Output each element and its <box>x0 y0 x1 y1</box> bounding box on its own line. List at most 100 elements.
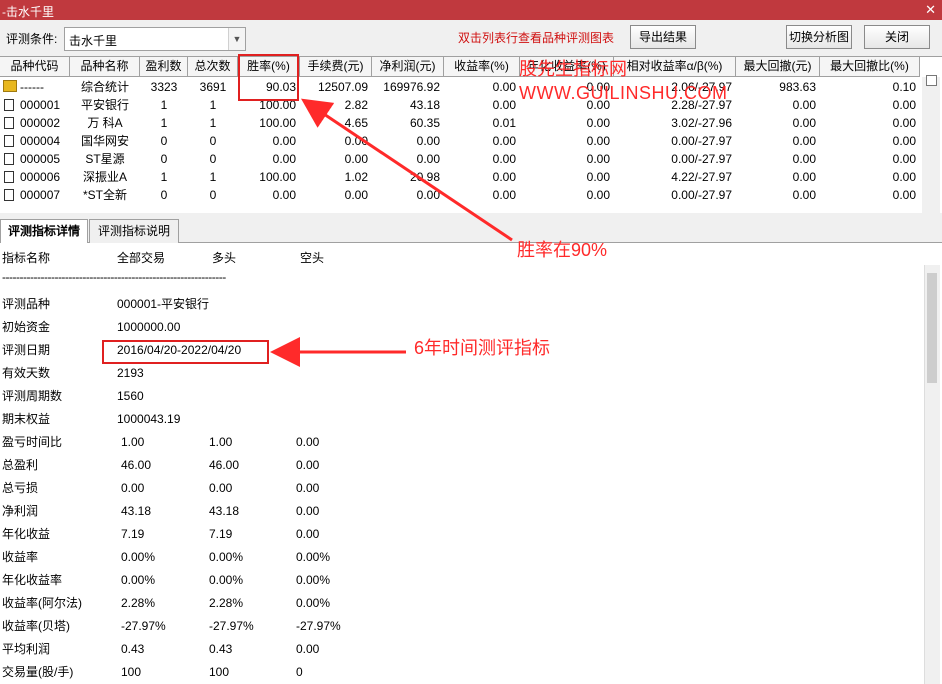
detail-value-all: 0.00 <box>121 481 145 495</box>
close-icon[interactable]: ✕ <box>925 2 936 18</box>
detail-label: 总亏损 <box>2 481 39 495</box>
detail-value-all: 0.00% <box>121 573 156 587</box>
column-header-netprofit[interactable]: 净利润(元) <box>372 57 444 77</box>
detail-header-all: 全部交易 <box>117 251 166 265</box>
column-header-fee[interactable]: 手续费(元) <box>300 57 372 77</box>
chevron-down-icon[interactable]: ▼ <box>228 28 245 50</box>
detail-value-all: 0.00% <box>121 550 156 564</box>
cell-name: 综合统计 <box>80 80 129 94</box>
export-button[interactable]: 导出结果 <box>630 25 696 49</box>
cell-fee: 12507.09 <box>317 80 368 94</box>
cell-winrate: 0.00 <box>272 152 296 166</box>
detail-value-long: -27.97% <box>209 619 254 633</box>
cell-name: 深振业A <box>82 170 127 184</box>
detail-value-long: 0.00 <box>209 481 233 495</box>
table-row[interactable]: 000007 *ST全新 0 0 0.00 0.00 0.00 0.00 0.00 0.00/-2… <box>0 186 920 204</box>
detail-label: 净利润 <box>2 504 39 518</box>
detail-value-short: 0.00% <box>296 550 331 564</box>
cell-max-drawdown: 983.63 <box>779 80 816 94</box>
cell-max-drawdown: 0.00 <box>792 170 816 184</box>
cell-return: 0.00 <box>492 98 516 112</box>
detail-value-long: 0.00% <box>209 573 244 587</box>
condition-label: 评测条件: <box>6 32 58 46</box>
detail-value-long: 7.19 <box>209 527 233 541</box>
switch-chart-button[interactable]: 切换分析图 <box>786 25 852 49</box>
table-row[interactable]: ------ 综合统计 3323 3691 90.03 12507.09 169976.92… <box>0 78 920 96</box>
cell-netprofit: 20.98 <box>409 170 440 184</box>
cell-fee: 0.00 <box>344 152 368 166</box>
detail-value-short: 0.00 <box>296 642 320 656</box>
table-row[interactable]: 000002 万 科A 1 1 100.00 4.65 60.35 0.01 0.00 3.02/… <box>0 114 920 132</box>
cell-relative-return: 0.00/-27.97 <box>671 188 732 202</box>
cell-total: 1 <box>209 170 217 184</box>
cell-fee: 2.82 <box>344 98 368 112</box>
detail-label: 有效天数 <box>2 366 51 380</box>
column-header-max-drawdown[interactable]: 最大回撤(元) <box>736 57 820 77</box>
column-header-return[interactable]: 收益率(%) <box>444 57 520 77</box>
cell-wins: 1 <box>160 98 168 112</box>
detail-label: 收益率(贝塔) <box>2 619 70 633</box>
cell-total: 3691 <box>199 80 227 94</box>
tab-explanation[interactable]: 评测指标说明 <box>89 219 179 243</box>
tab-detail[interactable]: 评测指标详情 <box>0 219 88 244</box>
document-icon <box>4 135 14 147</box>
detail-value-long: 2.28% <box>209 596 244 610</box>
column-header-max-drawdown-ratio[interactable]: 最大回撤比(%) <box>820 57 920 77</box>
detail-label: 评测品种 <box>2 297 51 311</box>
detail-label: 评测日期 <box>2 343 51 357</box>
cell-code: ------ <box>20 80 44 94</box>
cell-total: 0 <box>209 134 217 148</box>
detail-scrollbar-thumb[interactable] <box>927 273 937 383</box>
cell-name: *ST全新 <box>82 188 127 202</box>
detail-value-short: 0.00% <box>296 596 331 610</box>
select-all-checkbox[interactable] <box>926 75 937 86</box>
hint-text: 双击列表行查看品种评测图表 <box>458 31 615 45</box>
detail-value-all: -27.97% <box>121 619 166 633</box>
document-icon <box>4 189 14 201</box>
detail-label: 期末权益 <box>2 412 51 426</box>
table-scrollbar[interactable] <box>922 77 940 213</box>
table-row[interactable]: 000001 平安银行 1 1 100.00 2.82 43.18 0.00 0.00 2.28/… <box>0 96 920 114</box>
watermark-url: WWW.GUILINSHU.COM <box>519 83 728 103</box>
cell-annual-return: 0.00 <box>586 152 610 166</box>
column-header-total[interactable]: 总次数 <box>188 57 238 77</box>
cell-wins: 0 <box>160 134 168 148</box>
cell-max-drawdown-ratio: 0.00 <box>892 98 916 112</box>
cell-wins: 0 <box>160 188 168 202</box>
table-row[interactable]: 000006 深振业A 1 1 100.00 1.02 20.98 0.00 0.00 4.22/… <box>0 168 920 186</box>
cell-return: 0.01 <box>492 116 516 130</box>
cell-relative-return: 0.00/-27.97 <box>671 152 732 166</box>
detail-header-short: 空头 <box>300 251 325 265</box>
cell-code: 000006 <box>20 170 61 184</box>
date-highlight <box>102 340 269 364</box>
toolbar: 评测条件: 击水千里 ▼ 双击列表行查看品种评测图表 导出结果 切换分析图 关闭 <box>0 20 942 56</box>
detail-value-all: 1000000.00 <box>117 320 181 334</box>
folder-icon <box>3 80 17 92</box>
detail-label: 盈亏时间比 <box>2 435 63 449</box>
detail-panel: 指标名称 全部交易 多头 空头 ------------------------… <box>0 243 942 684</box>
column-header-wins[interactable]: 盈利数 <box>140 57 188 77</box>
table-row[interactable]: 000004 国华网安 0 0 0.00 0.00 0.00 0.00 0.00 0.00/-27… <box>0 132 920 150</box>
cell-return: 0.00 <box>492 80 516 94</box>
detail-value-all: 1000043.19 <box>117 412 181 426</box>
table-row[interactable]: 000005 ST星源 0 0 0.00 0.00 0.00 0.00 0.00 0.00/-27… <box>0 150 920 168</box>
detail-value-short: 0 <box>296 665 303 679</box>
cell-code: 000007 <box>20 188 61 202</box>
cell-netprofit: 169976.92 <box>383 80 440 94</box>
column-header-code[interactable]: 品种代码 <box>0 57 70 77</box>
cell-max-drawdown-ratio: 0.10 <box>892 80 916 94</box>
cell-netprofit: 0.00 <box>416 152 440 166</box>
document-icon <box>4 153 14 165</box>
cell-fee: 4.65 <box>344 116 368 130</box>
column-header-name[interactable]: 品种名称 <box>70 57 140 77</box>
detail-label: 评测周期数 <box>2 389 63 403</box>
cell-total: 1 <box>209 116 217 130</box>
close-button[interactable]: 关闭 <box>864 25 930 49</box>
cell-return: 0.00 <box>492 152 516 166</box>
detail-header-name: 指标名称 <box>2 251 51 265</box>
column-header-relative-return[interactable]: 相对收益率α/β(%) <box>614 57 736 77</box>
condition-select[interactable]: 击水千里 ▼ <box>64 27 246 51</box>
cell-max-drawdown: 0.00 <box>792 98 816 112</box>
cell-annual-return: 0.00 <box>586 170 610 184</box>
results-table: 品种代码 品种名称 盈利数 总次数 胜率(%) 手续费(元) 净利润(元) 收益率(%) 年化收… <box>0 56 942 213</box>
